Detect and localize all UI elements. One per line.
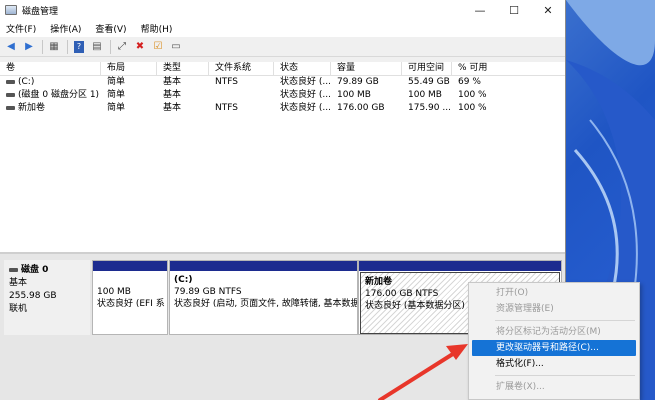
toolbar: ◀ ▶ ▦ ? ▤ ⤢ ✖ ☑ ▭ <box>0 37 565 57</box>
toolbar-separator <box>42 39 43 54</box>
disk-size: 255.98 GB <box>9 291 57 301</box>
properties-icon[interactable]: ▦ <box>47 40 61 54</box>
context-menu: 打开(O) 资源管理器(E) 将分区标记为活动分区(M) 更改驱动器号和路径(C… <box>468 282 640 400</box>
partition-size: 100 MB <box>97 287 131 297</box>
partition-name: (C:) <box>174 275 193 285</box>
type-cell: 基本 <box>163 103 182 113</box>
toolbar-separator <box>67 39 68 54</box>
volume-list-header: 卷 布局 类型 文件系统 状态 容量 可用空间 % 可用 <box>0 62 565 76</box>
table-row[interactable]: (C:) 简单 基本 NTFS 状态良好 (... 79.89 GB 55.49… <box>0 76 565 89</box>
partition-bar <box>170 261 357 271</box>
layout-cell: 简单 <box>107 103 126 113</box>
status-cell: 状态良好 (... <box>280 77 331 87</box>
layout-cell: 简单 <box>107 77 126 87</box>
free-space-cell: 55.49 GB <box>408 77 450 87</box>
volume-icon <box>6 92 15 97</box>
maximize-button[interactable]: ☐ <box>497 0 531 20</box>
check-icon[interactable]: ☑ <box>151 40 165 54</box>
partition-c[interactable]: (C:) 79.89 GB NTFS 状态良好 (启动, 页面文件, 故障转储,… <box>169 260 358 335</box>
menu-file[interactable]: 文件(F) <box>6 22 36 35</box>
type-cell: 基本 <box>163 90 182 100</box>
disk-info-panel[interactable]: 磁盘 0 基本 255.98 GB 联机 <box>4 260 90 335</box>
status-cell: 状态良好 (... <box>280 90 331 100</box>
column-header-volume[interactable]: 卷 <box>0 62 101 76</box>
status-cell: 状态良好 (... <box>280 103 331 113</box>
disk-status: 联机 <box>9 304 28 314</box>
menu-item-mark-active[interactable]: 将分区标记为活动分区(M) <box>469 324 639 340</box>
volume-name: (磁盘 0 磁盘分区 1) <box>18 90 100 100</box>
menu-help[interactable]: 帮助(H) <box>141 22 173 35</box>
filesystem-cell <box>209 89 274 102</box>
column-header-capacity[interactable]: 容量 <box>331 62 402 76</box>
close-button[interactable]: ✕ <box>531 0 565 20</box>
menu-separator <box>495 320 635 321</box>
menu-item-format[interactable]: 格式化(F)... <box>469 356 639 372</box>
menu-action[interactable]: 操作(A) <box>50 22 81 35</box>
disk-name: 磁盘 0 <box>21 265 49 275</box>
partition-bar <box>93 261 167 271</box>
column-header-layout[interactable]: 布局 <box>101 62 157 76</box>
disk-icon <box>9 267 18 272</box>
free-space-cell: 100 MB <box>408 90 442 100</box>
volume-icon <box>6 105 15 110</box>
volume-name: 新加卷 <box>18 103 46 113</box>
filesystem-cell: NTFS <box>215 103 238 113</box>
connect-icon[interactable]: ⤢ <box>115 40 129 54</box>
partition-efi[interactable]: 100 MB 状态良好 (EFI 系 <box>92 260 168 335</box>
help-icon[interactable]: ? <box>72 40 86 54</box>
refresh-icon[interactable]: ▤ <box>90 40 104 54</box>
volume-name: (C:) <box>18 77 35 87</box>
menu-item-open[interactable]: 打开(O) <box>469 285 639 301</box>
partition-status: 状态良好 (EFI 系 <box>97 299 165 309</box>
menu-view[interactable]: 查看(V) <box>95 22 126 35</box>
menu-bar: 文件(F) 操作(A) 查看(V) 帮助(H) <box>0 20 565 37</box>
percent-free-cell: 100 % <box>458 90 487 100</box>
capacity-cell: 79.89 GB <box>337 77 379 87</box>
forward-icon[interactable]: ▶ <box>22 40 36 54</box>
partition-name <box>97 274 163 286</box>
delete-icon[interactable]: ✖ <box>133 40 147 54</box>
partition-status: 状态良好 (启动, 页面文件, 故障转储, 基本数据 <box>174 299 357 309</box>
percent-free-cell: 100 % <box>458 103 487 113</box>
menu-item-explorer[interactable]: 资源管理器(E) <box>469 301 639 317</box>
layout-cell: 简单 <box>107 90 126 100</box>
menu-separator <box>495 375 635 376</box>
column-header-status[interactable]: 状态 <box>274 62 331 76</box>
disk-type: 基本 <box>9 278 28 288</box>
table-row[interactable]: 新加卷 简单 基本 NTFS 状态良好 (... 176.00 GB 175.9… <box>0 102 565 115</box>
column-header-filesystem[interactable]: 文件系统 <box>209 62 274 76</box>
column-header-free-space[interactable]: 可用空间 <box>402 62 452 76</box>
type-cell: 基本 <box>163 77 182 87</box>
window-title: 磁盘管理 <box>22 6 59 17</box>
free-space-cell: 175.90 ... <box>408 103 451 113</box>
settings-icon[interactable]: ▭ <box>169 40 183 54</box>
disk-management-icon <box>5 5 17 15</box>
volume-icon <box>6 79 15 84</box>
minimize-button[interactable]: — <box>463 0 497 20</box>
menu-item-extend-volume[interactable]: 扩展卷(X)... <box>469 379 639 395</box>
title-bar: 磁盘管理 — ☐ ✕ <box>0 0 565 20</box>
partition-size: 79.89 GB NTFS <box>174 287 242 297</box>
volume-list: 卷 布局 类型 文件系统 状态 容量 可用空间 % 可用 (C:) 简单 基本 … <box>0 62 565 252</box>
capacity-cell: 176.00 GB <box>337 103 385 113</box>
filesystem-cell: NTFS <box>215 77 238 87</box>
column-header-type[interactable]: 类型 <box>157 62 209 76</box>
back-icon[interactable]: ◀ <box>4 40 18 54</box>
toolbar-separator <box>110 39 111 54</box>
table-row[interactable]: (磁盘 0 磁盘分区 1) 简单 基本 状态良好 (... 100 MB 100… <box>0 89 565 102</box>
menu-item-change-drive-letter[interactable]: 更改驱动器号和路径(C)... <box>472 340 636 356</box>
column-header-percent-free[interactable]: % 可用 <box>452 62 565 76</box>
capacity-cell: 100 MB <box>337 90 371 100</box>
partition-bar <box>359 261 561 271</box>
percent-free-cell: 69 % <box>458 77 481 87</box>
